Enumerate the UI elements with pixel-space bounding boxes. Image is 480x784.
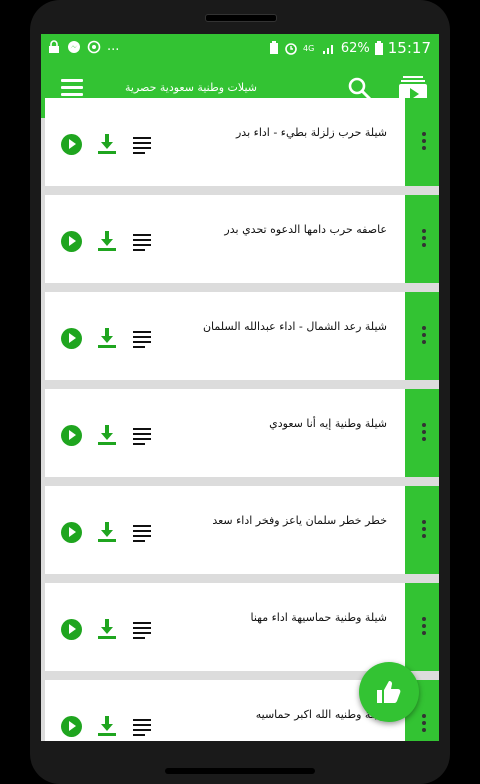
hamburger-menu-icon[interactable] bbox=[61, 79, 83, 97]
lyrics-icon[interactable] bbox=[133, 525, 151, 542]
lyrics-icon[interactable] bbox=[133, 719, 151, 736]
status-overflow: ... bbox=[107, 39, 120, 54]
signal-bars-icon bbox=[322, 45, 333, 54]
track-title: عاصفه حرب دامها الدعوه تحدي بدر bbox=[224, 223, 387, 236]
lock-icon bbox=[49, 39, 59, 53]
download-icon[interactable] bbox=[98, 425, 116, 445]
screen: ... 4G 62% 15:17 شيلات وطنية سعودية حصري… bbox=[41, 34, 439, 741]
download-icon[interactable] bbox=[98, 522, 116, 542]
play-icon[interactable] bbox=[61, 134, 82, 155]
track-row[interactable]: عاصفه حرب دامها الدعوه تحدي بدر bbox=[45, 195, 439, 283]
thumbs-up-icon bbox=[377, 681, 401, 703]
track-row[interactable]: شيلة رعد الشمال - اداء عبدالله السلمان bbox=[45, 292, 439, 380]
track-menu-strip[interactable] bbox=[405, 583, 439, 671]
device-speaker bbox=[205, 14, 277, 22]
track-menu-strip[interactable] bbox=[405, 292, 439, 380]
play-icon[interactable] bbox=[61, 619, 82, 640]
track-list: شيلة حرب زلزلة بطيء - اداء بدر عاصفه حرب… bbox=[41, 98, 439, 741]
clock: 15:17 bbox=[387, 39, 431, 57]
lyrics-icon[interactable] bbox=[133, 331, 151, 348]
more-vert-icon[interactable] bbox=[422, 714, 426, 735]
signal-4g-icon: 4G bbox=[303, 44, 314, 53]
lyrics-icon[interactable] bbox=[133, 622, 151, 639]
download-icon[interactable] bbox=[98, 328, 116, 348]
lyrics-icon[interactable] bbox=[133, 428, 151, 445]
track-row[interactable]: خطر خطر سلمان ياعز وفخر اداء سعد bbox=[45, 486, 439, 574]
device-home-bar bbox=[165, 768, 315, 774]
download-icon[interactable] bbox=[98, 716, 116, 736]
track-menu-strip[interactable] bbox=[405, 389, 439, 477]
track-menu-strip[interactable] bbox=[405, 98, 439, 186]
track-title: شيلة حرب زلزلة بطيء - اداء بدر bbox=[236, 126, 387, 139]
play-icon[interactable] bbox=[61, 716, 82, 737]
more-vert-icon[interactable] bbox=[422, 229, 426, 250]
battery-percent: 62% bbox=[340, 40, 370, 56]
download-icon[interactable] bbox=[98, 619, 116, 639]
more-vert-icon[interactable] bbox=[422, 520, 426, 541]
battery-icon bbox=[374, 41, 383, 55]
alarm-icon bbox=[285, 43, 297, 55]
play-icon[interactable] bbox=[61, 231, 82, 252]
messenger-icon bbox=[68, 40, 80, 53]
play-icon[interactable] bbox=[61, 425, 82, 446]
track-title: شيلة رعد الشمال - اداء عبدالله السلمان bbox=[202, 320, 387, 333]
battery-saver-icon bbox=[269, 41, 278, 54]
download-icon[interactable] bbox=[98, 134, 116, 154]
track-menu-strip[interactable] bbox=[405, 486, 439, 574]
status-bar: ... 4G 62% 15:17 bbox=[41, 34, 439, 62]
svg-text:4G: 4G bbox=[303, 44, 314, 53]
more-vert-icon[interactable] bbox=[422, 423, 426, 444]
more-vert-icon[interactable] bbox=[422, 132, 426, 153]
track-title: شيلة وطنية حماسيهة اداء مهنا bbox=[250, 611, 388, 624]
download-icon[interactable] bbox=[98, 231, 116, 251]
more-vert-icon[interactable] bbox=[422, 326, 426, 347]
app-title: شيلات وطنية سعودية حصرية bbox=[125, 81, 257, 94]
track-row[interactable]: شيلة وطنية إيه أنا سعودي bbox=[45, 389, 439, 477]
more-vert-icon[interactable] bbox=[422, 617, 426, 638]
track-title: خطر خطر سلمان ياعز وفخر اداء سعد bbox=[212, 514, 387, 527]
lyrics-icon[interactable] bbox=[133, 137, 151, 154]
play-icon[interactable] bbox=[61, 522, 82, 543]
track-title: شيلة وطنية إيه أنا سعودي bbox=[269, 417, 387, 430]
track-row[interactable]: شيلة حرب زلزلة بطيء - اداء بدر bbox=[45, 98, 439, 186]
play-icon[interactable] bbox=[61, 328, 82, 349]
sync-icon bbox=[87, 40, 101, 53]
track-menu-strip[interactable] bbox=[405, 195, 439, 283]
lyrics-icon[interactable] bbox=[133, 234, 151, 251]
track-row[interactable]: شيلة وطنية حماسيهة اداء مهنا bbox=[45, 583, 439, 671]
rate-button[interactable] bbox=[359, 662, 419, 722]
